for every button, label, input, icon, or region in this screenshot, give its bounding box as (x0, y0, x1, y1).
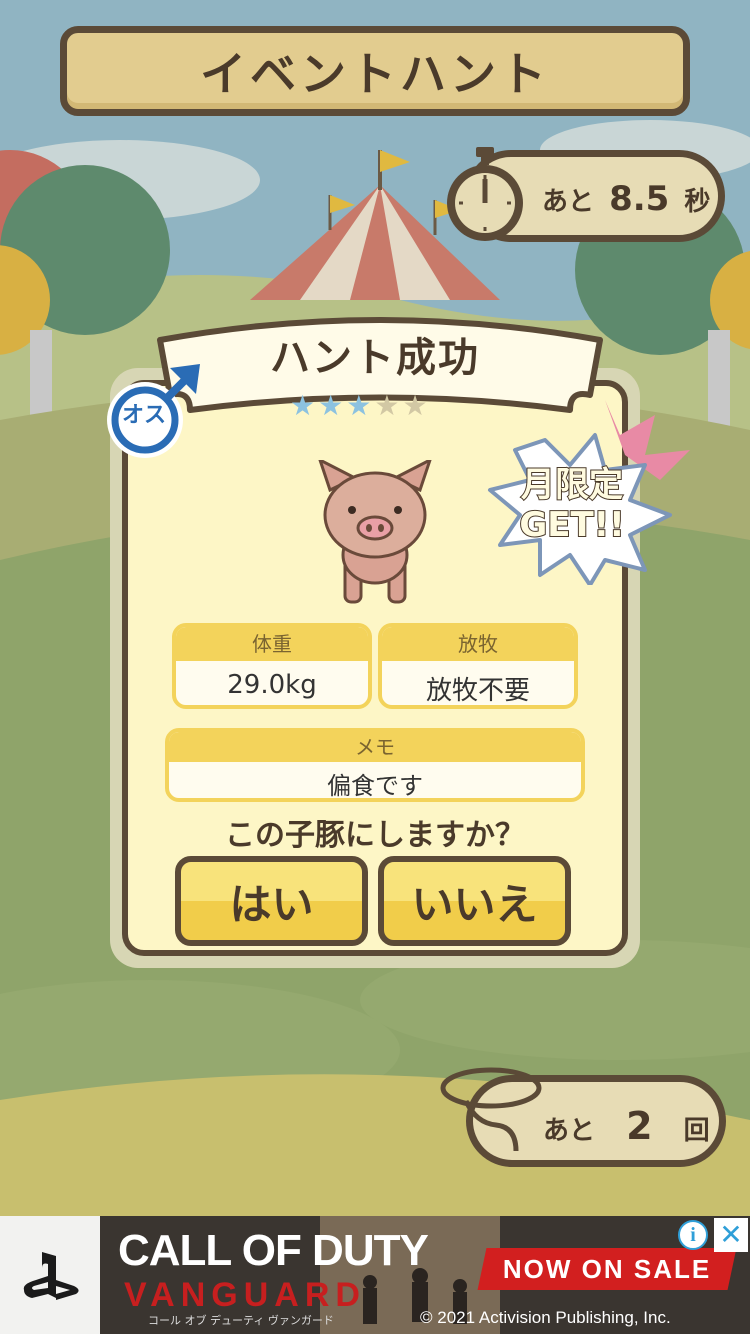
gender-label: オス (121, 403, 166, 428)
ad-cta[interactable]: NOW ON SALE (477, 1248, 737, 1290)
weight-value: 29.0kg (227, 670, 317, 700)
title-banner: イベントハント (60, 26, 690, 116)
rarity-stars: ★ ★ ★ ★ ★ (290, 392, 460, 420)
ad-subtitle: VANGUARD (124, 1276, 366, 1314)
star-icon: ★ (290, 389, 316, 422)
weight-box: 体重 29.0kg (172, 623, 372, 709)
badge-text: 月限定 GET!! (498, 464, 646, 546)
grazing-value: 放牧不要 (425, 676, 530, 706)
star-empty-icon: ★ (374, 389, 400, 422)
timer-prefix: あと (542, 187, 595, 217)
timer-text: あと 8.5 秒 (542, 179, 710, 219)
grazing-box: 放牧 放牧不要 (378, 623, 578, 709)
remaining-text: あと 2 回 (543, 1104, 710, 1148)
ad-copyright: © 2021 Activision Publishing, Inc. (420, 1308, 671, 1327)
memo-box: メモ 偏食です (165, 728, 585, 802)
dialog-title: ハント成功 (270, 335, 480, 381)
ad-title: CALL OF DUTY (118, 1226, 429, 1275)
ad-cta-label: NOW ON SALE (502, 1253, 712, 1284)
star-icon: ★ (346, 389, 372, 422)
piglet-image (318, 460, 432, 604)
stopwatch-icon (447, 147, 523, 241)
lasso-icon (440, 1067, 542, 1152)
ad-banner[interactable]: CALL OF DUTY VANGUARD コール オブ デューティ ヴァンガー… (0, 1216, 750, 1334)
timer-unit: 秒 (684, 187, 711, 217)
timer-value: 8.5 (609, 179, 670, 219)
weight-label: 体重 (176, 627, 368, 661)
memo-label: メモ (169, 732, 581, 762)
ad-info-icon[interactable]: i (678, 1220, 708, 1250)
grazing-label: 放牧 (382, 627, 574, 661)
star-icon: ★ (318, 389, 344, 422)
badge-line-2: GET!! (518, 504, 625, 546)
ad-close-icon[interactable]: ✕ (714, 1218, 748, 1252)
star-empty-icon: ★ (402, 389, 428, 422)
badge-line-1: 月限定 (520, 464, 624, 506)
ad-japanese-title: コール オブ デューティ ヴァンガード (148, 1314, 334, 1327)
remaining-value: 2 (626, 1104, 653, 1148)
no-button[interactable]: いいえ (378, 856, 571, 946)
remaining-prefix: あと (543, 1116, 596, 1146)
playstation-logo-icon (23, 1252, 79, 1300)
yes-button[interactable]: はい (175, 856, 368, 946)
confirm-question: この子豚にしますか？ (225, 818, 525, 853)
remaining-unit: 回 (683, 1116, 710, 1146)
memo-value: 偏食です (327, 772, 423, 800)
page-title: イベントハント (200, 47, 550, 101)
